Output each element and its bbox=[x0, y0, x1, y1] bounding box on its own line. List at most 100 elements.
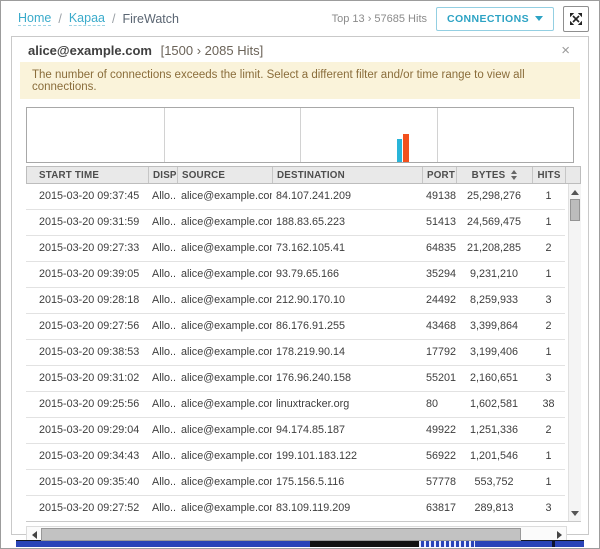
cell-port: 80 bbox=[422, 392, 456, 417]
cell-source: alice@example.com bbox=[177, 444, 272, 469]
connections-button-label: CONNECTIONS bbox=[447, 13, 529, 25]
cell-destination: 86.176.91.255 bbox=[272, 314, 422, 339]
table-row[interactable]: 2015-03-20 09:28:18Allo...alice@example.… bbox=[26, 288, 565, 314]
cell-bytes: 3,199,406 bbox=[456, 340, 532, 365]
cell-start_time: 2015-03-20 09:28:18 bbox=[26, 288, 148, 313]
cell-bytes: 8,259,933 bbox=[456, 288, 532, 313]
table-body-wrap: 2015-03-20 09:37:45Allo...alice@example.… bbox=[26, 184, 581, 522]
cell-bytes: 289,813 bbox=[456, 496, 532, 521]
column-header-destination[interactable]: DESTINATION bbox=[273, 167, 423, 183]
scroll-right-button[interactable] bbox=[552, 527, 566, 542]
column-header-source[interactable]: SOURCE bbox=[178, 167, 273, 183]
bottom-strip-segment bbox=[555, 541, 584, 547]
cell-port: 43468 bbox=[422, 314, 456, 339]
cell-disposition: Allo... bbox=[148, 496, 177, 521]
table-row[interactable]: 2015-03-20 09:27:56Allo...alice@example.… bbox=[26, 314, 565, 340]
cell-disposition: Allo... bbox=[148, 470, 177, 495]
column-header-disposition[interactable]: DISPOSITION bbox=[149, 167, 178, 183]
cell-bytes: 1,602,581 bbox=[456, 392, 532, 417]
cell-hits: 3 bbox=[532, 288, 565, 313]
breadcrumb: Home/Kapaa/FireWatch bbox=[18, 11, 179, 26]
horizontal-scrollbar[interactable] bbox=[26, 526, 567, 543]
cell-disposition: Allo... bbox=[148, 184, 177, 209]
scroll-left-button[interactable] bbox=[27, 527, 41, 542]
expand-button[interactable] bbox=[563, 6, 589, 32]
panel-header: alice@example.com [1500 › 2085 Hits] × bbox=[12, 37, 588, 62]
breadcrumb-firewatch: FireWatch bbox=[122, 12, 179, 26]
cell-bytes: 1,251,336 bbox=[456, 418, 532, 443]
cell-hits: 2 bbox=[532, 314, 565, 339]
column-header-hits[interactable]: HITS bbox=[533, 167, 566, 183]
cell-source: alice@example.com bbox=[177, 366, 272, 391]
cell-start_time: 2015-03-20 09:38:53 bbox=[26, 340, 148, 365]
table-row[interactable]: 2015-03-20 09:39:05Allo...alice@example.… bbox=[26, 262, 565, 288]
hits-summary: Top 13 › 57685 Hits bbox=[332, 13, 427, 25]
cell-bytes: 25,298,276 bbox=[456, 184, 532, 209]
connections-chart bbox=[26, 107, 574, 163]
cell-bytes: 9,231,210 bbox=[456, 262, 532, 287]
cell-disposition: Allo... bbox=[148, 366, 177, 391]
topbar-right-group: Top 13 › 57685 Hits CONNECTIONS bbox=[332, 6, 589, 32]
cell-disposition: Allo... bbox=[148, 262, 177, 287]
table-row[interactable]: 2015-03-20 09:29:04Allo...alice@example.… bbox=[26, 418, 565, 444]
table-row[interactable]: 2015-03-20 09:38:53Allo...alice@example.… bbox=[26, 340, 565, 366]
cell-source: alice@example.com bbox=[177, 262, 272, 287]
table-row[interactable]: 2015-03-20 09:35:40Allo...alice@example.… bbox=[26, 470, 565, 496]
cell-source: alice@example.com bbox=[177, 470, 272, 495]
vertical-scrollbar[interactable] bbox=[568, 184, 581, 521]
cell-disposition: Allo... bbox=[148, 210, 177, 235]
panel-title-user: alice@example.com bbox=[28, 43, 152, 58]
column-header-bytes[interactable]: BYTES bbox=[457, 167, 533, 183]
cell-start_time: 2015-03-20 09:27:52 bbox=[26, 496, 148, 521]
cell-hits: 1 bbox=[532, 444, 565, 469]
table-row[interactable]: 2015-03-20 09:27:52Allo...alice@example.… bbox=[26, 496, 565, 522]
chart-gridline bbox=[300, 108, 301, 162]
column-label: DESTINATION bbox=[277, 170, 345, 181]
horizontal-scrollbar-thumb[interactable] bbox=[41, 528, 521, 541]
scroll-down-button[interactable] bbox=[569, 507, 581, 519]
breadcrumb-home[interactable]: Home bbox=[18, 11, 51, 26]
table-row[interactable]: 2015-03-20 09:31:59Allo...alice@example.… bbox=[26, 210, 565, 236]
column-header-start_time[interactable]: START TIME bbox=[27, 167, 149, 183]
vertical-scrollbar-thumb[interactable] bbox=[570, 199, 580, 221]
cell-destination: 93.79.65.166 bbox=[272, 262, 422, 287]
table-header: START TIMEDISPOSITIONSOURCE DESTINATION PO… bbox=[26, 166, 581, 184]
chart-gridline bbox=[437, 108, 438, 162]
cell-destination: linuxtracker.org bbox=[272, 392, 422, 417]
horizontal-scrollbar-track[interactable] bbox=[41, 527, 552, 542]
cell-source: alice@example.com bbox=[177, 236, 272, 261]
cell-start_time: 2015-03-20 09:39:05 bbox=[26, 262, 148, 287]
cell-destination: 94.174.85.187 bbox=[272, 418, 422, 443]
cell-source: alice@example.com bbox=[177, 184, 272, 209]
table-row[interactable]: 2015-03-20 09:37:45Allo...alice@example.… bbox=[26, 184, 565, 210]
cell-disposition: Allo... bbox=[148, 340, 177, 365]
cell-destination: 199.101.183.122 bbox=[272, 444, 422, 469]
cell-start_time: 2015-03-20 09:25:56 bbox=[26, 392, 148, 417]
column-header-port[interactable]: PORT bbox=[423, 167, 457, 183]
sort-down-arrow bbox=[511, 176, 517, 180]
cell-start_time: 2015-03-20 09:37:45 bbox=[26, 184, 148, 209]
breadcrumb-kapaa[interactable]: Kapaa bbox=[69, 11, 105, 26]
cell-start_time: 2015-03-20 09:31:59 bbox=[26, 210, 148, 235]
cell-start_time: 2015-03-20 09:27:33 bbox=[26, 236, 148, 261]
orange-bar bbox=[403, 134, 409, 162]
scroll-up-button[interactable] bbox=[569, 186, 581, 198]
column-label: HITS bbox=[537, 170, 560, 181]
cell-destination: 176.96.240.158 bbox=[272, 366, 422, 391]
cell-hits: 38 bbox=[532, 392, 565, 417]
table-row[interactable]: 2015-03-20 09:25:56Allo...alice@example.… bbox=[26, 392, 565, 418]
cell-hits: 3 bbox=[532, 366, 565, 391]
table-row[interactable]: 2015-03-20 09:34:43Allo...alice@example.… bbox=[26, 444, 565, 470]
connections-dropdown-button[interactable]: CONNECTIONS bbox=[436, 7, 554, 31]
cell-disposition: Allo... bbox=[148, 314, 177, 339]
close-icon[interactable]: × bbox=[559, 43, 572, 58]
table-row[interactable]: 2015-03-20 09:31:02Allo...alice@example.… bbox=[26, 366, 565, 392]
table-row[interactable]: 2015-03-20 09:27:33Allo...alice@example.… bbox=[26, 236, 565, 262]
cell-port: 57778 bbox=[422, 470, 456, 495]
cell-port: 63817 bbox=[422, 496, 456, 521]
column-label: PORT bbox=[427, 170, 455, 181]
cell-port: 17792 bbox=[422, 340, 456, 365]
arrow-down-icon bbox=[571, 511, 579, 516]
cell-disposition: Allo... bbox=[148, 288, 177, 313]
chart-gridline bbox=[164, 108, 165, 162]
